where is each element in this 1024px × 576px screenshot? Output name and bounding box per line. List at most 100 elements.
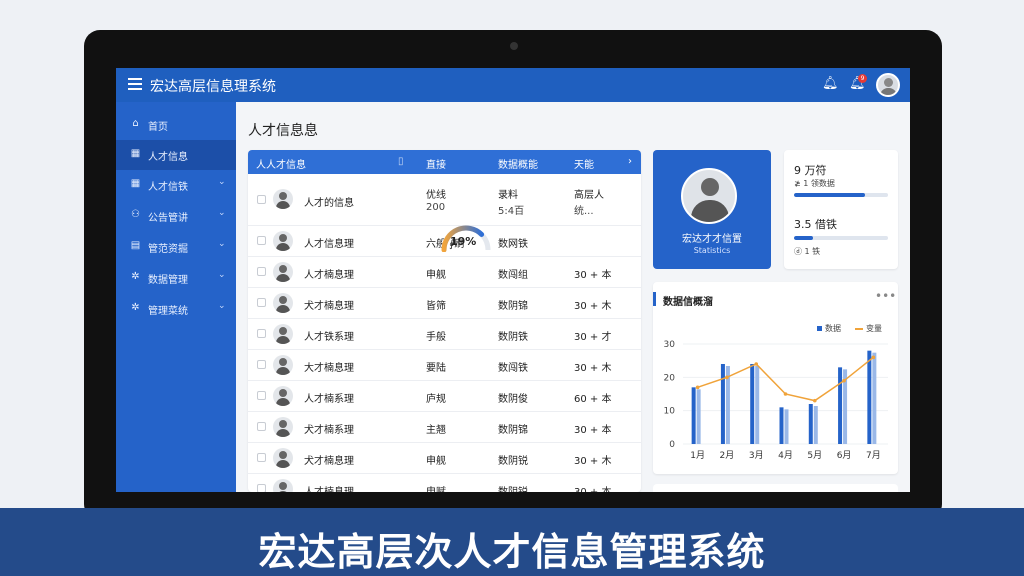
table-row[interactable]: 人才楠系理 庐规 数阴俊 60 + 本 [248, 381, 641, 412]
cell-value: 优线 [426, 190, 446, 201]
bell-icon[interactable]: 🔔︎ [822, 76, 839, 91]
avatar [273, 231, 293, 251]
avatar [273, 355, 293, 375]
chevron-down-icon: ⌄ [218, 239, 226, 249]
cell-value: 皆筛 [426, 301, 446, 312]
row-checkbox[interactable] [257, 195, 266, 204]
cell-value: 30 + 本 [574, 483, 611, 492]
talent-name: 犬才楠系理 [304, 425, 354, 436]
chart-bar [867, 350, 872, 444]
avatar [273, 293, 293, 313]
sidebar-item-label: 公告管讲 [148, 213, 188, 224]
row-checkbox[interactable] [257, 298, 266, 307]
cell-subvalue: 5:4百 [498, 206, 525, 217]
chart-bar-shadow [872, 352, 877, 444]
row-checkbox[interactable] [257, 453, 266, 462]
avatar [273, 189, 293, 209]
cell-value: 录料 [498, 190, 518, 201]
row-checkbox[interactable] [257, 422, 266, 431]
y-tick-label: 30 [664, 340, 676, 350]
cell-value: 30 + 本 [574, 270, 612, 281]
sidebar-item-label: 人才信铁 [148, 182, 188, 193]
sidebar-item-label: 人才信息 [148, 152, 188, 163]
line-point [871, 355, 876, 360]
y-tick-label: 20 [664, 373, 676, 383]
avatar [273, 448, 293, 468]
sidebar-item-home[interactable]: ⌂ 首页 [116, 110, 236, 140]
menu-icon[interactable] [128, 78, 142, 90]
table-row[interactable]: 人才铁系理 手般 数阴铁 30 + 才 [248, 319, 641, 350]
chart-bar-shadow [784, 409, 789, 444]
sidebar-item-talent-records[interactable]: ▦ 人才信铁 ⌄ [116, 170, 236, 200]
sidebar-item-data-management[interactable]: ✲ 数据管理 ⌄ [116, 263, 236, 293]
sidebar-item-resources[interactable]: ▤ 管范资掘 ⌄ [116, 232, 236, 262]
cell-value: 申舰 [426, 270, 446, 281]
row-checkbox[interactable] [257, 391, 266, 400]
sidebar-item-talent-info[interactable]: ▦ 人才信息 [116, 140, 236, 170]
sidebar-item-label: 首页 [148, 122, 168, 133]
talent-name: 人才楠息理 [304, 270, 354, 281]
column-header[interactable]: 数据概能 [498, 156, 538, 171]
table-header: 人人才信息 ▯ 直接 数据概能 天能 › [248, 150, 641, 174]
row-checkbox[interactable] [257, 360, 266, 369]
grid-icon: ▦ [130, 178, 141, 189]
profile-card[interactable]: 宏达才才信置 Statistics [653, 150, 771, 269]
stat-progress-fill [794, 193, 865, 197]
row-checkbox[interactable] [257, 329, 266, 338]
stat-value: 9 万符 [794, 164, 827, 177]
chevron-right-icon[interactable]: › [628, 156, 632, 167]
stat-progress-track [794, 236, 888, 240]
talent-name: 犬才楠息理 [304, 456, 354, 467]
cell-value: 庐规 [426, 394, 446, 405]
x-tick-label: 4月 [778, 450, 793, 461]
column-header[interactable]: 人人才信息 [256, 156, 306, 171]
cell-value: 数阴俊 [498, 394, 528, 405]
profile-avatar [681, 168, 737, 224]
column-header[interactable]: 直接 [426, 156, 446, 171]
table-row[interactable]: 犬才楠系理 主翘 数阴锦 30 + 本 [248, 412, 641, 443]
stats-card: 9 万符 ≱ 1 领数据 3.5 借铁 ⓓ 1 铁 [784, 150, 898, 269]
app-screen: 宏达高层信息理系统 🔔︎ 🔔︎ 9 ⌂ 首页 ▦ 人才信息 ▦ 人才信铁 ⌄ ⚇… [116, 68, 910, 492]
table-row[interactable]: 大才楠息理 要陆 数闯铁 30 + 木 [248, 350, 641, 381]
table-row[interactable]: 犬才楠息理 皆筛 数阴锦 30 + 木 [248, 288, 641, 319]
line-point [783, 392, 788, 396]
x-tick-label: 5月 [807, 450, 822, 461]
chevron-down-icon: ⌄ [218, 270, 226, 280]
cell-value: 申赋 [426, 483, 446, 492]
page-title: 人才信息息 [248, 123, 318, 139]
sidebar-item-system[interactable]: ✲ 管理菜统 ⌄ [116, 294, 236, 324]
avatar [273, 417, 293, 437]
talent-name: 人才的信息 [304, 198, 354, 209]
chevron-down-icon: ⌄ [218, 208, 226, 218]
sidebar-item-label: 管范资掘 [148, 244, 188, 255]
x-tick-label: 6月 [837, 450, 852, 461]
app-title: 宏达高层信息理系统 [150, 79, 276, 95]
row-checkbox[interactable] [257, 267, 266, 276]
table-row[interactable]: 犬才楠息理 申舰 数阴锐 30 + 木 [248, 443, 641, 474]
x-tick-label: 3月 [749, 450, 764, 461]
banner-title: 宏达高层次人才信息管理系统 [258, 530, 766, 574]
table-row[interactable]: 人才的信息 优线 200 录料 5:4百 高层人 统... [248, 174, 641, 226]
cell-value: 30 + 木 [574, 301, 612, 312]
line-point [725, 375, 729, 380]
folder-icon: ▤ [130, 240, 141, 251]
cell-value: 60 + 本 [574, 394, 612, 405]
user-avatar[interactable] [876, 73, 900, 97]
chart-bar [808, 404, 813, 444]
sidebar-item-announcements[interactable]: ⚇ 公告管讲 ⌄ [116, 201, 236, 231]
line-point [754, 362, 759, 366]
cell-subvalue: 统... [574, 206, 594, 217]
chart-card: 数据信概溜 ••• 数据 变量 0 10 20 30 1月 2月 3月 4月 5月 6月 7月 [653, 282, 898, 474]
table-row[interactable]: 人才楠息理 申舰 数闯组 30 + 本 [248, 257, 641, 288]
cell-value: 30 + 木 [574, 456, 612, 467]
column-header[interactable]: 天能 [574, 156, 594, 171]
table-row[interactable]: 人才楠息理 申赋 数阴锐 30 + 本 [248, 474, 641, 492]
column-divider: ▯ [398, 156, 404, 167]
row-checkbox[interactable] [257, 236, 266, 245]
chart-bar [779, 407, 784, 444]
row-checkbox[interactable] [257, 484, 266, 492]
talent-table: 人人才信息 ▯ 直接 数据概能 天能 › 人才的信息 优线 200 录料 5:4… [248, 150, 641, 492]
chevron-down-icon: ⌄ [218, 177, 226, 187]
chart-bar-shadow [813, 406, 818, 444]
cell-value: 30 + 木 [574, 363, 612, 374]
